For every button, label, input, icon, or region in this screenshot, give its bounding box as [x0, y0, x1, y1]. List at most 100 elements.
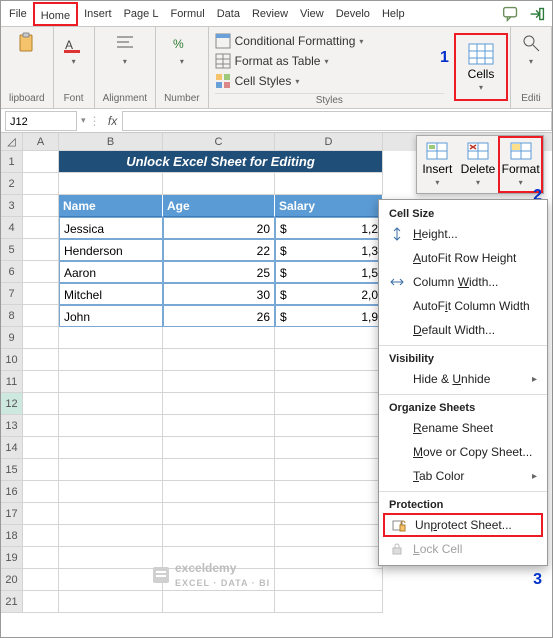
row-header[interactable]: 16	[1, 481, 23, 503]
menu-default-width[interactable]: Default Width...	[379, 318, 547, 342]
cell-salary[interactable]: $1,2	[275, 217, 383, 239]
title-band[interactable]: Unlock Excel Sheet for Editing	[59, 151, 383, 173]
row-header[interactable]: 13	[1, 415, 23, 437]
cell[interactable]	[163, 547, 275, 569]
select-all-corner[interactable]: ◿	[1, 133, 23, 151]
cell[interactable]	[275, 591, 383, 613]
cell-salary[interactable]: $1,5	[275, 261, 383, 283]
cell[interactable]	[23, 349, 59, 371]
cell[interactable]	[59, 327, 163, 349]
delete-cells-button[interactable]: Delete▾	[458, 136, 499, 193]
fx-icon[interactable]: fx	[104, 114, 122, 128]
cell-salary[interactable]: $1,9	[275, 305, 383, 327]
tab-view[interactable]: View	[294, 2, 330, 26]
cell[interactable]	[163, 591, 275, 613]
row-header[interactable]: 8	[1, 305, 23, 327]
row-header[interactable]: 9	[1, 327, 23, 349]
cell[interactable]	[275, 415, 383, 437]
cell[interactable]	[163, 437, 275, 459]
menu-hide-unhide[interactable]: Hide & Unhide▸	[379, 367, 547, 391]
cell[interactable]	[275, 173, 383, 195]
cell[interactable]	[23, 305, 59, 327]
row-header[interactable]: 3	[1, 195, 23, 217]
font-button[interactable]: A ▾	[62, 31, 86, 66]
name-box[interactable]: J12	[5, 111, 77, 131]
cell[interactable]	[23, 591, 59, 613]
cell[interactable]	[23, 261, 59, 283]
cell[interactable]	[59, 503, 163, 525]
table-header[interactable]: Age	[163, 195, 275, 217]
insert-cells-button[interactable]: Insert▾	[417, 136, 458, 193]
cell-age[interactable]: 22	[163, 239, 275, 261]
menu-rename-sheet[interactable]: Rename Sheet	[379, 416, 547, 440]
cell[interactable]	[163, 459, 275, 481]
format-as-table-button[interactable]: Format as Table▾	[215, 51, 444, 71]
cell[interactable]	[163, 503, 275, 525]
paste-button[interactable]	[15, 31, 39, 55]
cell[interactable]	[275, 393, 383, 415]
cell[interactable]	[275, 327, 383, 349]
col-A[interactable]: A	[23, 133, 59, 151]
cell[interactable]	[163, 525, 275, 547]
cell-age[interactable]: 20	[163, 217, 275, 239]
cell[interactable]	[23, 173, 59, 195]
editing-button[interactable]: ▾	[519, 31, 543, 66]
cell[interactable]	[23, 569, 59, 591]
cell[interactable]	[59, 547, 163, 569]
formula-bar[interactable]	[122, 111, 552, 131]
cell[interactable]	[275, 525, 383, 547]
col-D[interactable]: D	[275, 133, 383, 151]
menu-unprotect-sheet[interactable]: Unprotect Sheet...	[383, 513, 543, 537]
row-header[interactable]: 20	[1, 569, 23, 591]
table-header[interactable]: Salary	[275, 195, 383, 217]
cell[interactable]	[59, 349, 163, 371]
cell[interactable]	[275, 569, 383, 591]
cell[interactable]	[59, 437, 163, 459]
cell[interactable]	[23, 503, 59, 525]
tab-home[interactable]: Home	[33, 2, 78, 26]
cell[interactable]	[59, 525, 163, 547]
cell[interactable]	[163, 173, 275, 195]
cell[interactable]	[23, 481, 59, 503]
cell[interactable]	[23, 195, 59, 217]
menu-move-copy[interactable]: Move or Copy Sheet...	[379, 440, 547, 464]
cell[interactable]	[275, 503, 383, 525]
cell-name[interactable]: Henderson	[59, 239, 163, 261]
comments-icon[interactable]	[500, 3, 522, 25]
row-header[interactable]: 10	[1, 349, 23, 371]
cell[interactable]	[275, 349, 383, 371]
alignment-button[interactable]: ▾	[113, 31, 137, 66]
tab-page-layout[interactable]: Page L	[118, 2, 165, 26]
cell[interactable]	[23, 525, 59, 547]
row-header[interactable]: 15	[1, 459, 23, 481]
format-cells-button[interactable]: Format▾	[498, 136, 543, 193]
cell[interactable]	[275, 547, 383, 569]
cell[interactable]	[163, 415, 275, 437]
cell[interactable]	[163, 327, 275, 349]
cell[interactable]	[23, 239, 59, 261]
cell[interactable]	[23, 327, 59, 349]
number-button[interactable]: % ▾	[170, 31, 194, 66]
row-header[interactable]: 17	[1, 503, 23, 525]
cell-age[interactable]: 26	[163, 305, 275, 327]
row-header[interactable]: 19	[1, 547, 23, 569]
menu-tab-color[interactable]: Tab Color▸	[379, 464, 547, 488]
share-icon[interactable]	[526, 3, 548, 25]
cell[interactable]	[23, 547, 59, 569]
cell[interactable]	[275, 371, 383, 393]
col-C[interactable]: C	[163, 133, 275, 151]
cell[interactable]	[163, 393, 275, 415]
cell[interactable]	[23, 459, 59, 481]
row-header[interactable]: 21	[1, 591, 23, 613]
cell[interactable]	[23, 217, 59, 239]
tab-data[interactable]: Data	[211, 2, 246, 26]
cell[interactable]	[23, 151, 59, 173]
cell-name[interactable]: Aaron	[59, 261, 163, 283]
menu-autofit-col[interactable]: AutoFit Column Width	[379, 294, 547, 318]
cell-salary[interactable]: $2,0	[275, 283, 383, 305]
row-header[interactable]: 18	[1, 525, 23, 547]
cell-age[interactable]: 25	[163, 261, 275, 283]
cell-styles-button[interactable]: Cell Styles▾	[215, 71, 444, 91]
cell[interactable]	[163, 371, 275, 393]
tab-formulas[interactable]: Formul	[164, 2, 210, 26]
